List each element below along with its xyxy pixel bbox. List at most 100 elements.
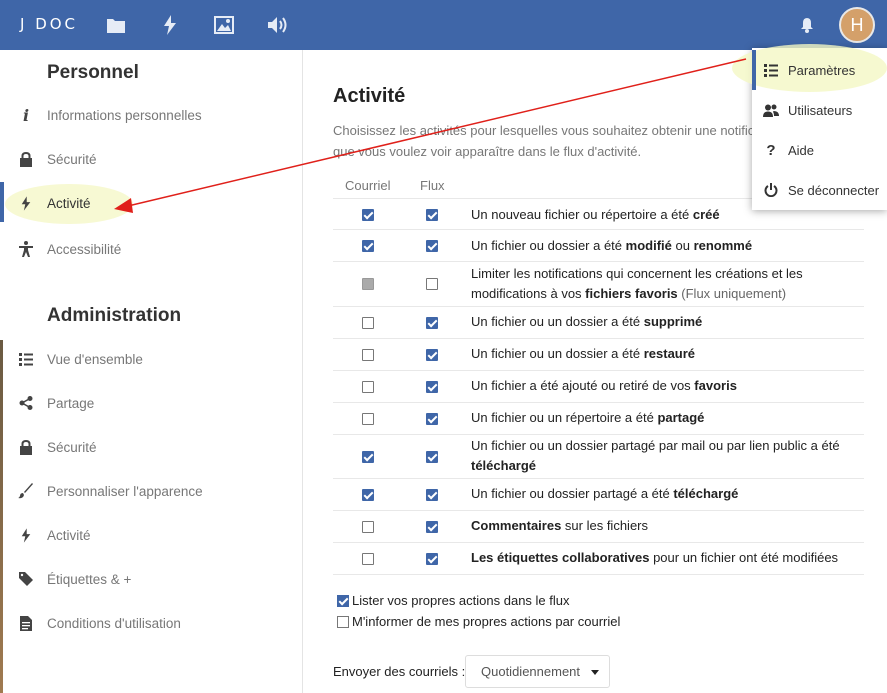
top-header: J DOC H: [0, 0, 887, 50]
admin-heading: Administration: [47, 305, 182, 326]
share-icon: [16, 393, 36, 413]
window-edge: [0, 340, 3, 693]
files-app-icon[interactable]: [103, 12, 129, 38]
table-row: Un fichier ou dossier a été modifié ou r…: [333, 230, 864, 262]
sidebar-item-label: Personnaliser l'apparence: [47, 483, 203, 499]
document-icon: [16, 613, 36, 633]
stream-checkbox[interactable]: [426, 553, 438, 565]
activity-app-icon[interactable]: [157, 12, 183, 38]
row-label: Un fichier ou un dossier partagé par mai…: [471, 438, 840, 473]
row-label: Limiter les notifications qui concernent…: [471, 266, 803, 301]
table-row: Un fichier ou un répertoire a été partag…: [333, 403, 864, 435]
settings-sidebar: Personnel i Informations personnelles Sé…: [0, 50, 303, 693]
email-checkbox[interactable]: [362, 349, 374, 361]
page-title: Activité: [333, 85, 406, 107]
table-row: Un fichier ou un dossier a été restauré: [333, 339, 864, 371]
frequency-select[interactable]: Quotidiennement: [465, 655, 610, 688]
sidebar-item-terms[interactable]: Conditions d'utilisation: [0, 603, 300, 643]
menu-item-label: Paramètres: [788, 62, 856, 78]
sidebar-item-admin-activity[interactable]: Activité: [0, 515, 300, 555]
sidebar-item-theming[interactable]: Personnaliser l'apparence: [0, 471, 300, 511]
gallery-app-icon[interactable]: [211, 12, 237, 38]
row-label: Un fichier ou un dossier a été supprimé: [471, 314, 703, 329]
email-checkbox[interactable]: [362, 553, 374, 565]
tag-icon: [16, 569, 36, 589]
description-line: que vous voulez voir apparaître dans le …: [333, 144, 642, 159]
option-notify-own-actions[interactable]: M'informer de mes propres actions par co…: [337, 614, 620, 629]
info-icon: i: [22, 105, 30, 125]
stream-checkbox[interactable]: [426, 381, 438, 393]
email-checkbox[interactable]: [362, 381, 374, 393]
row-label: Les étiquettes collaboratives pour un fi…: [471, 550, 839, 565]
app-logo[interactable]: J DOC: [20, 15, 78, 33]
option-label: Lister vos propres actions dans le flux: [352, 593, 570, 608]
stream-checkbox[interactable]: [426, 209, 438, 221]
email-checkbox[interactable]: [362, 240, 374, 252]
sidebar-item-activity[interactable]: Activité: [0, 183, 300, 223]
sidebar-item-label: Sécurité: [47, 439, 97, 455]
row-label: Un fichier ou dossier partagé a été télé…: [471, 486, 739, 501]
table-row: Un fichier a été ajouté ou retiré de vos…: [333, 371, 864, 403]
sidebar-item-accessibility[interactable]: Accessibilité: [0, 229, 300, 269]
list-icon: [16, 349, 36, 369]
settings-list-icon: [762, 61, 780, 79]
menu-item-help[interactable]: ? Aide: [752, 130, 887, 170]
stream-checkbox[interactable]: [426, 521, 438, 533]
paintbrush-icon: [16, 481, 36, 501]
stream-checkbox[interactable]: [426, 278, 438, 290]
sidebar-item-admin-security[interactable]: Sécurité: [0, 427, 300, 467]
menu-item-label: Aide: [788, 142, 815, 158]
stream-checkbox[interactable]: [426, 317, 438, 329]
row-label: Commentaires sur les fichiers: [471, 518, 649, 533]
stream-checkbox[interactable]: [426, 349, 438, 361]
user-avatar[interactable]: H: [839, 7, 875, 43]
menu-item-label: Utilisateurs: [788, 102, 853, 118]
email-checkbox[interactable]: [362, 278, 374, 290]
sidebar-item-security[interactable]: Sécurité: [0, 139, 300, 179]
email-checkbox[interactable]: [362, 413, 374, 425]
help-icon: ?: [766, 141, 776, 159]
stream-checkbox[interactable]: [426, 240, 438, 252]
sidebar-item-label: Sécurité: [47, 151, 97, 167]
sidebar-item-tags[interactable]: Étiquettes & +: [0, 559, 300, 599]
notifications-bell-icon[interactable]: [794, 12, 820, 38]
sidebar-item-label: Informations personnelles: [47, 107, 202, 123]
option-list-own-actions[interactable]: Lister vos propres actions dans le flux: [337, 593, 570, 608]
lightning-icon: [16, 193, 36, 213]
table-row: Un fichier ou un dossier a été supprimé: [333, 307, 864, 339]
sidebar-item-label: Accessibilité: [47, 241, 122, 257]
table-row: Commentaires sur les fichiers: [333, 511, 864, 543]
sidebar-item-label: Vue d'ensemble: [47, 351, 143, 367]
email-checkbox[interactable]: [362, 317, 374, 329]
audio-app-icon[interactable]: [265, 12, 291, 38]
stream-checkbox[interactable]: [426, 451, 438, 463]
stream-checkbox[interactable]: [426, 413, 438, 425]
sidebar-item-personal-info[interactable]: i Informations personnelles: [0, 95, 300, 135]
table-row: Un fichier ou un dossier partagé par mai…: [333, 435, 864, 479]
sidebar-item-overview[interactable]: Vue d'ensemble: [0, 339, 300, 379]
menu-item-logout[interactable]: Se déconnecter: [752, 170, 887, 210]
email-checkbox[interactable]: [362, 489, 374, 501]
lock-icon: [16, 437, 36, 457]
email-checkbox[interactable]: [362, 521, 374, 533]
menu-item-users[interactable]: Utilisateurs: [752, 90, 887, 130]
menu-item-settings[interactable]: Paramètres: [752, 50, 887, 90]
sidebar-item-sharing[interactable]: Partage: [0, 383, 300, 423]
email-checkbox[interactable]: [362, 209, 374, 221]
frequency-label: Envoyer des courriels :: [333, 664, 466, 679]
menu-item-label: Se déconnecter: [788, 182, 880, 198]
sidebar-item-label: Partage: [47, 395, 95, 411]
table-row: Les étiquettes collaboratives pour un fi…: [333, 543, 864, 575]
personal-heading: Personnel: [47, 62, 139, 83]
row-label: Un fichier ou un dossier a été restauré: [471, 346, 696, 361]
row-label: Un fichier ou un répertoire a été partag…: [471, 410, 705, 425]
notify-own-checkbox[interactable]: [337, 615, 349, 628]
row-label: Un fichier a été ajouté ou retiré de vos…: [471, 378, 737, 393]
stream-checkbox[interactable]: [426, 489, 438, 501]
column-header-email: Courriel: [345, 178, 391, 193]
email-checkbox[interactable]: [362, 451, 374, 463]
lock-icon: [16, 149, 36, 169]
users-icon: [762, 101, 780, 119]
frequency-value: Quotidiennement: [481, 664, 581, 679]
list-own-checkbox[interactable]: [337, 594, 349, 607]
